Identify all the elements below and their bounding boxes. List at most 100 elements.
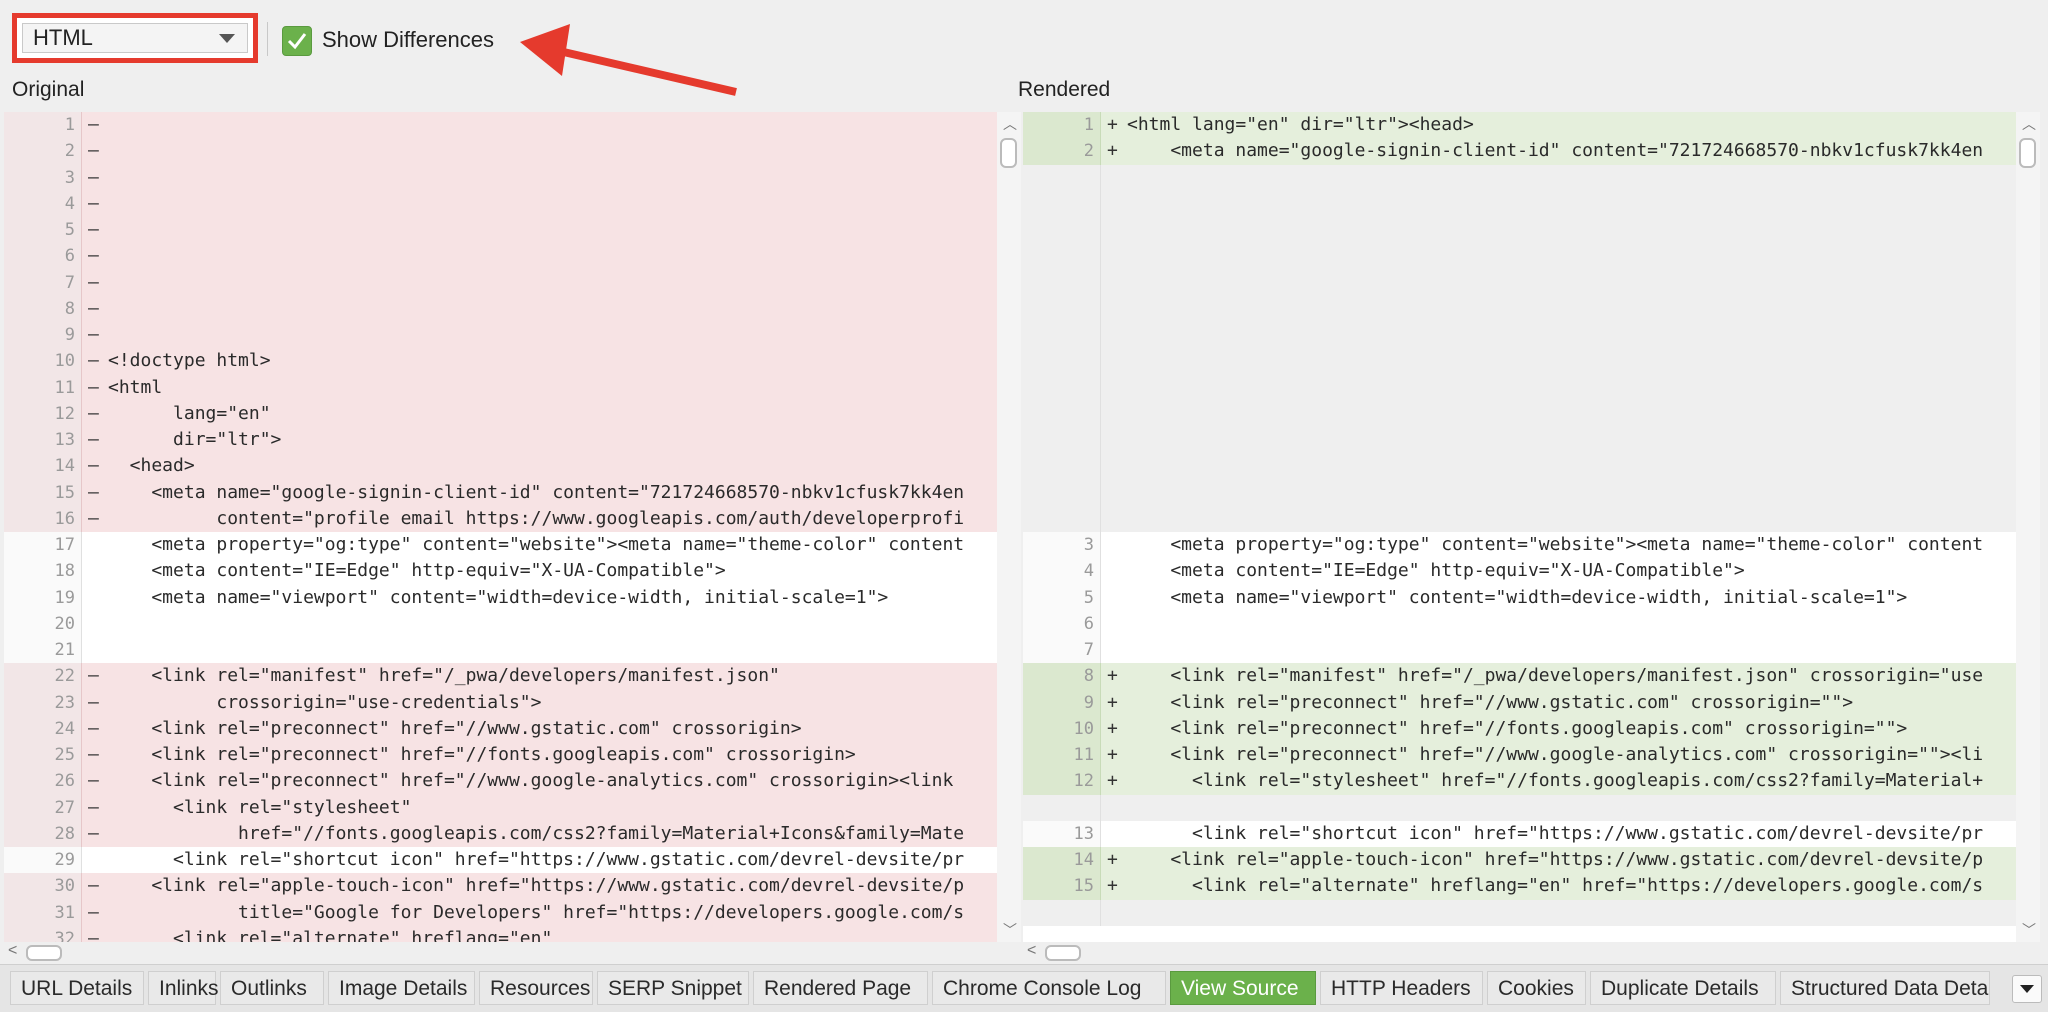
code-line: 1 + <html lang="en" dir="ltr"><head> [1023,112,2016,139]
line-number: 15 [4,479,82,506]
scrollbar-thumb[interactable] [26,945,62,961]
code-text: <link rel="preconnect" href="//www.gstat… [108,717,802,739]
show-differences-label[interactable]: Show Differences [322,27,494,53]
scrollbar-thumb[interactable] [1000,138,1017,168]
line-number: 2 [1023,138,1101,165]
diff-sign: – [88,665,99,687]
diff-sign: – [88,744,99,765]
code-line: 16– content="profile email https://www.g… [4,505,997,532]
diff-sign: + [1107,665,1118,687]
tab-duplicate-details[interactable]: Duplicate Details [1590,971,1776,1005]
diff-sign: – [88,455,99,477]
line-number: 6 [4,243,82,270]
scroll-down-icon[interactable]: ﹀ [2022,920,2036,940]
code-text: href="//fonts.googleapis.com/css2?family… [108,822,965,844]
line-number [1023,190,1101,217]
line-number: 4 [1023,558,1101,585]
diff-sign: – [88,822,99,844]
line-number [1023,348,1101,375]
line-number: 9 [4,322,82,349]
code-line: 10– <!doctype html> [4,348,997,375]
original-horizontal-scrollbar[interactable]: < [4,942,1021,964]
tab-resources[interactable]: Resources [479,971,593,1005]
code-text: <link rel="apple-touch-icon" href="https… [108,875,965,897]
line-number: 1 [1023,112,1101,139]
scroll-left-icon[interactable]: < [8,942,17,960]
code-line: 28– href="//fonts.googleapis.com/css2?fa… [4,820,997,847]
scroll-down-icon[interactable]: ﹀ [1003,920,1017,940]
code-line: 25– <link rel="preconnect" href="//fonts… [4,742,997,769]
view-select[interactable]: HTML [22,23,248,53]
line-number: 14 [4,453,82,480]
diff-sign: – [88,297,99,319]
scroll-up-icon[interactable]: ︿ [2022,114,2036,134]
tab-structured-data-deta[interactable]: Structured Data Deta [1780,971,1990,1005]
diff-sign: – [88,875,99,897]
scroll-up-icon[interactable]: ︿ [1003,114,1017,134]
code-line: 24– <link rel="preconnect" href="//www.g… [4,715,997,742]
line-number: 3 [4,164,82,191]
chevron-down-icon[interactable] [219,34,235,43]
code-line [1023,243,2016,270]
rendered-vertical-scrollbar[interactable]: ︿ ﹀ [2016,112,2040,942]
rendered-horizontal-scrollbar[interactable]: < [1023,942,2040,964]
code-line: 11– <html [4,374,997,401]
code-text: <link rel="manifest" href="/_pwa/develop… [108,665,780,687]
code-line: 29 <link rel="shortcut icon" href="https… [4,847,997,874]
caret-down-icon [2020,985,2034,993]
tab-image-details[interactable]: Image Details [328,971,475,1005]
code-line: 6– [4,243,997,270]
original-code-pane[interactable]: 1–2–3–4–5–6–7–8–9–10– <!doctype html> 11– <… [4,112,997,942]
original-vertical-scrollbar[interactable]: ︿ ﹀ [997,112,1021,942]
line-number [1023,322,1101,349]
tab-rendered-page[interactable]: Rendered Page [753,971,928,1005]
scrollbar-thumb[interactable] [1045,945,1081,961]
line-number: 25 [4,742,82,769]
code-line: 4 <meta content="IE=Edge" http-equiv="X-… [1023,558,2016,585]
tab-http-headers[interactable]: HTTP Headers [1320,971,1483,1005]
line-number: 19 [4,584,82,611]
diff-sign: – [88,927,99,942]
code-line: 13– dir="ltr"> [4,427,997,454]
scrollbar-thumb[interactable] [2019,138,2036,168]
diff-sign: – [88,429,99,450]
line-number: 30 [4,873,82,900]
code-line: 17 <meta property="og:type" content="web… [4,532,997,559]
tab-url-details[interactable]: URL Details [10,971,144,1005]
tab-overflow-menu-button[interactable] [2012,975,2042,1003]
line-number: 8 [1023,663,1101,690]
code-line: 8– [4,295,997,322]
diff-sign: – [88,770,99,792]
line-number [1023,269,1101,296]
scroll-left-icon[interactable]: < [1027,942,1036,960]
line-number: 9 [1023,689,1101,716]
code-line [1023,295,2016,322]
show-differences-checkbox[interactable] [282,26,312,56]
code-text: dir="ltr"> [108,429,282,450]
tab-outlinks[interactable]: Outlinks [220,971,324,1005]
code-line: 19 <meta name="viewport" content="width=… [4,584,997,611]
code-text: <meta content="IE=Edge" http-equiv="X-UA… [108,560,726,582]
code-text: <meta name="viewport" content="width=dev… [1127,586,1908,608]
rendered-code-pane[interactable]: 1 + <html lang="en" dir="ltr"><head> 2 + <me… [1023,112,2016,942]
code-line [1023,899,2016,926]
line-number: 8 [4,295,82,322]
code-line: 20 [4,610,997,637]
line-number: 24 [4,715,82,742]
code-text: <!doctype html> [108,350,271,372]
code-text: <link rel="shortcut icon" href="https://… [108,849,965,870]
line-number: 10 [4,348,82,375]
tab-chrome-console-log[interactable]: Chrome Console Log [932,971,1166,1005]
tab-view-source[interactable]: View Source [1170,971,1316,1005]
line-number: 5 [1023,584,1101,611]
tab-serp-snippet[interactable]: SERP Snippet [597,971,749,1005]
tab-cookies[interactable]: Cookies [1487,971,1586,1005]
tab-inlinks[interactable]: Inlinks [148,971,219,1005]
code-line: 10 + <link rel="preconnect" href="//fonts… [1023,715,2016,742]
line-number: 3 [1023,532,1101,559]
code-line: 2 + <meta name="google-signin-client-id" … [1023,138,2016,165]
line-number: 28 [4,820,82,847]
line-number [1023,794,1101,821]
line-number: 32 [4,925,82,942]
code-line: 1– [4,112,997,139]
